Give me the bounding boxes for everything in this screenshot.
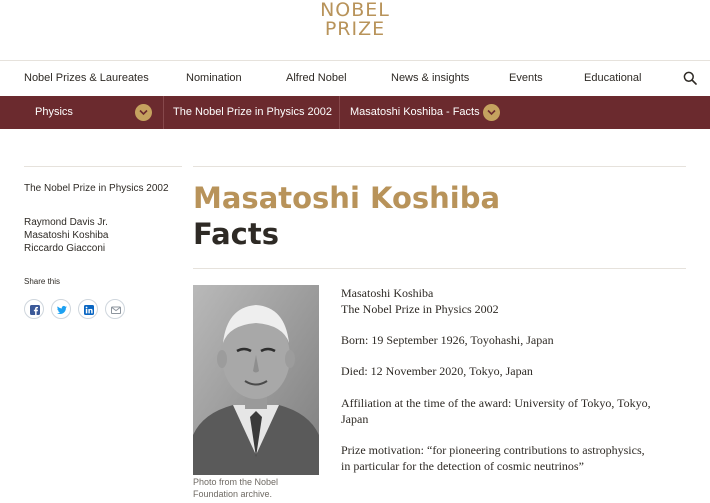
nav-item-nomination[interactable]: Nomination <box>186 72 242 84</box>
twitter-icon[interactable] <box>51 299 71 319</box>
linkedin-icon[interactable] <box>78 299 98 319</box>
sidebar-laureate-davis[interactable]: Raymond Davis Jr. <box>24 216 109 229</box>
breadcrumb-current[interactable]: Masatoshi Koshiba - Facts <box>350 96 480 129</box>
laureate-name-heading: Masatoshi Koshiba <box>193 181 501 215</box>
photo-caption: Photo from the Nobel Foundation archive. <box>193 477 279 499</box>
logo-line-1: NOBEL <box>320 0 390 21</box>
laureate-dropdown-chevron-icon[interactable] <box>483 104 500 121</box>
fact-born: Born: 19 September 1926, Toyohashi, Japa… <box>341 333 554 347</box>
nav-item-prizes-laureates[interactable]: Nobel Prizes & Laureates <box>24 72 149 84</box>
nav-item-alfred-nobel[interactable]: Alfred Nobel <box>286 72 347 84</box>
fact-prize: The Nobel Prize in Physics 2002 <box>341 302 499 316</box>
breadcrumb-separator <box>163 96 164 129</box>
share-label: Share this <box>24 277 61 286</box>
nobel-prize-logo[interactable]: NOBEL PRIZE <box>0 0 710 39</box>
nav-item-news-insights[interactable]: News & insights <box>391 72 469 84</box>
physics-dropdown-chevron-icon[interactable] <box>135 104 152 121</box>
content-divider-top <box>193 166 686 167</box>
sidebar-prize-link[interactable]: The Nobel Prize in Physics 2002 <box>24 183 169 194</box>
nav-item-events[interactable]: Events <box>509 72 543 84</box>
facebook-icon[interactable] <box>24 299 44 319</box>
email-icon[interactable] <box>105 299 125 319</box>
logo-line-2: PRIZE <box>324 18 386 40</box>
fact-name: Masatoshi Koshiba <box>341 286 434 300</box>
content-divider-mid <box>193 268 686 269</box>
fact-motivation: Prize motivation: “for pioneering contri… <box>341 443 645 473</box>
sidebar-laureate-list: Raymond Davis Jr. Masatoshi Koshiba Ricc… <box>24 216 109 255</box>
sidebar-laureate-giacconi[interactable]: Riccardo Giacconi <box>24 242 109 255</box>
fact-died: Died: 12 November 2020, Tokyo, Japan <box>341 364 533 378</box>
main-nav: Nobel Prizes & Laureates Nomination Alfr… <box>0 68 710 90</box>
sidebar-laureate-koshiba[interactable]: Masatoshi Koshiba <box>24 229 109 242</box>
breadcrumb-prize[interactable]: The Nobel Prize in Physics 2002 <box>173 96 332 129</box>
page-subtitle: Facts <box>193 217 279 251</box>
breadcrumb-physics[interactable]: Physics <box>35 96 73 129</box>
breadcrumb-bar: Physics The Nobel Prize in Physics 2002 … <box>0 96 710 129</box>
breadcrumb-separator <box>339 96 340 129</box>
nav-item-educational[interactable]: Educational <box>584 72 642 84</box>
laureate-portrait <box>193 285 319 475</box>
sidebar-divider <box>24 166 182 167</box>
fact-affiliation: Affiliation at the time of the award: Un… <box>341 396 651 426</box>
header-divider <box>0 60 710 61</box>
search-icon[interactable] <box>683 71 697 85</box>
